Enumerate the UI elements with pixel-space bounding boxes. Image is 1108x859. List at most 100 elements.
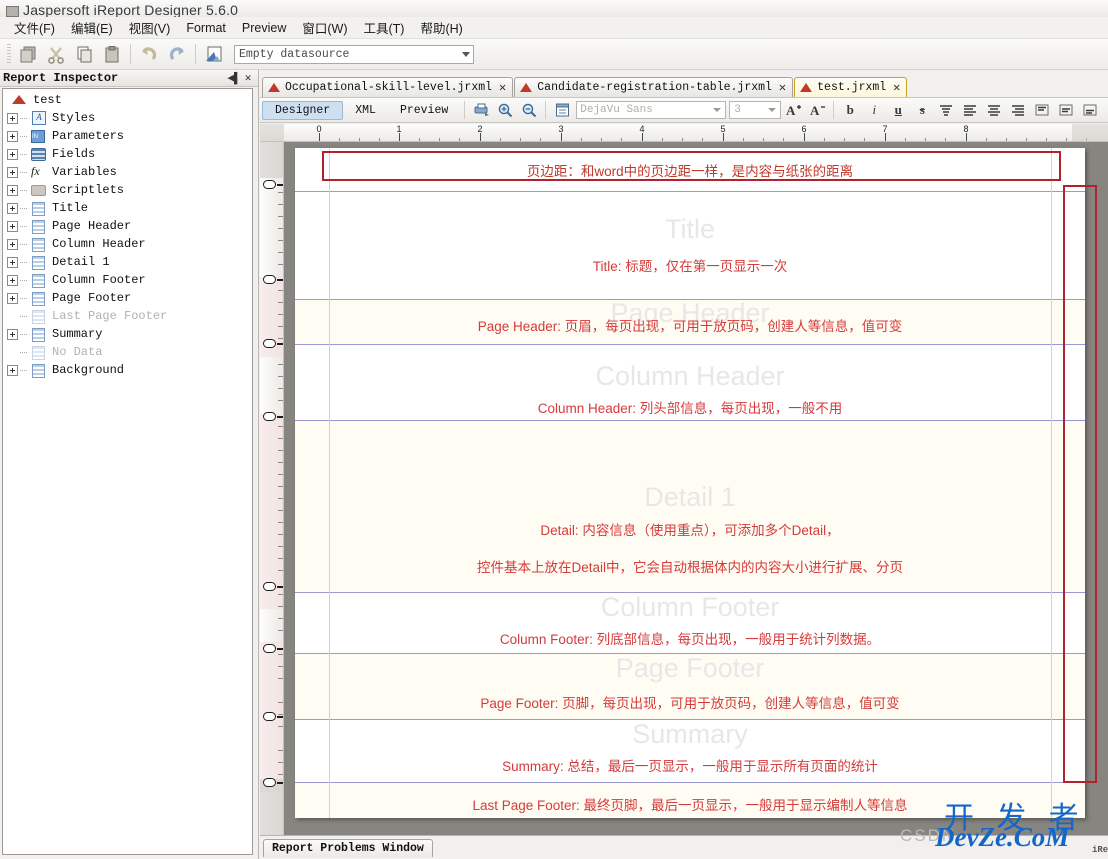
vertical-ruler[interactable]	[260, 142, 284, 835]
editor-tab-candidate-registration-table[interactable]: Candidate-registration-table.jrxml ✕	[514, 77, 794, 97]
design-canvas[interactable]: 页边距：和word中的页边距一样，是内容与纸张的距离 Title Title: …	[284, 142, 1108, 835]
valign-top-icon[interactable]	[1031, 100, 1053, 120]
menu-file[interactable]: 文件(F)	[6, 16, 63, 39]
designer-toolbar: Designer XML Preview DejaVu Sans 3 A A b…	[260, 97, 1108, 123]
paste-icon[interactable]	[99, 42, 125, 67]
tree-item-fields[interactable]: Fields	[3, 145, 252, 163]
band-marker-detail[interactable]	[263, 412, 283, 421]
ruler-gray-end	[1072, 124, 1108, 141]
tree-item-page-footer[interactable]: Page Footer	[3, 289, 252, 307]
increase-font-size-icon[interactable]: A	[782, 100, 804, 120]
tab-report-problems-window[interactable]: Report Problems Window	[263, 839, 433, 857]
valign-bottom-icon[interactable]	[1079, 100, 1101, 120]
report-page[interactable]: 页边距：和word中的页边距一样，是内容与纸张的距离 Title Title: …	[295, 148, 1097, 818]
minimize-panel-icon[interactable]: ◀▌	[227, 71, 241, 85]
expand-toggle-icon[interactable]	[7, 364, 18, 376]
tree-item-last-page-footer[interactable]: Last Page Footer	[3, 307, 252, 325]
align-top-icon[interactable]	[935, 100, 957, 120]
tree-item-scriptlets[interactable]: Scriptlets	[3, 181, 252, 199]
align-right-icon[interactable]	[1007, 100, 1029, 120]
decrease-font-size-icon[interactable]: A	[806, 100, 828, 120]
bold-icon[interactable]: b	[839, 100, 861, 120]
band-title[interactable]	[295, 192, 1085, 300]
close-icon[interactable]: ✕	[499, 80, 506, 95]
menu-tools[interactable]: 工具(T)	[356, 16, 413, 39]
new-report-icon[interactable]	[15, 42, 41, 67]
expand-toggle-icon[interactable]	[7, 184, 18, 196]
menu-window[interactable]: 窗口(W)	[294, 16, 355, 39]
tree-item-detail-1[interactable]: Detail 1	[3, 253, 252, 271]
font-name-combo[interactable]: DejaVu Sans	[576, 101, 727, 119]
tree-item-column-footer[interactable]: Column Footer	[3, 271, 252, 289]
align-left-icon[interactable]	[959, 100, 981, 120]
editor-tab-test[interactable]: test.jrxml ✕	[794, 77, 908, 97]
italic-icon[interactable]: i	[863, 100, 885, 120]
tab-preview[interactable]: Preview	[388, 101, 460, 120]
report-wizard-icon[interactable]	[201, 42, 227, 67]
expand-toggle-icon[interactable]	[7, 166, 18, 178]
tree-item-page-header[interactable]: Page Header	[3, 217, 252, 235]
menu-view[interactable]: 视图(V)	[121, 16, 179, 39]
zoom-out-icon[interactable]	[518, 100, 540, 121]
expand-toggle-icon[interactable]	[7, 328, 18, 340]
tree-item-title[interactable]: Title	[3, 199, 252, 217]
font-size-combo[interactable]: 3	[729, 101, 782, 119]
tree-item-background[interactable]: Background	[3, 361, 252, 379]
chevron-down-icon[interactable]	[768, 108, 777, 112]
band-marker-page-header[interactable]	[263, 275, 283, 284]
cut-icon[interactable]	[43, 42, 69, 67]
expand-toggle-icon[interactable]	[7, 112, 18, 124]
horizontal-ruler[interactable]: 0 1 2 3 4 5 6 7 8	[260, 124, 1108, 142]
expand-toggle-icon[interactable]	[7, 274, 18, 286]
menu-format[interactable]: Format	[178, 19, 234, 37]
zoom-in-icon[interactable]	[494, 100, 516, 121]
inspector-tree[interactable]: test Styles Parameters Fields	[2, 88, 253, 855]
menu-edit[interactable]: 编辑(E)	[63, 16, 121, 39]
band-marker-last-page-footer[interactable]	[263, 778, 283, 787]
menu-help[interactable]: 帮助(H)	[412, 16, 470, 39]
tree-item-column-header[interactable]: Column Header	[3, 235, 252, 253]
chevron-down-icon[interactable]	[713, 108, 722, 112]
tree-item-test[interactable]: test	[3, 91, 252, 109]
expand-toggle-icon[interactable]	[7, 238, 18, 250]
underline-icon[interactable]: u	[887, 100, 909, 120]
menu-preview[interactable]: Preview	[234, 19, 294, 37]
valign-middle-icon[interactable]	[1055, 100, 1077, 120]
tree-item-styles[interactable]: Styles	[3, 109, 252, 127]
band-marker-summary[interactable]	[263, 712, 283, 721]
tree-item-variables[interactable]: Variables	[3, 163, 252, 181]
format-band-icon[interactable]	[551, 100, 573, 121]
tree-item-summary[interactable]: Summary	[3, 325, 252, 343]
close-icon[interactable]: ✕	[779, 80, 786, 95]
close-icon[interactable]: ✕	[893, 80, 900, 95]
editor-tab-occupational-skill-level[interactable]: Occupational-skill-level.jrxml ✕	[262, 77, 514, 97]
report-problems-panel: Report Problems Window	[260, 835, 1108, 859]
expand-toggle-icon[interactable]	[7, 256, 18, 268]
v-ruler-gray-end	[260, 779, 283, 835]
tab-designer[interactable]: Designer	[262, 100, 344, 120]
tree-item-label: Column Header	[52, 237, 146, 251]
band-marker-page-footer[interactable]	[263, 644, 283, 653]
tree-connector	[20, 351, 28, 353]
expand-toggle-icon[interactable]	[7, 292, 18, 304]
toolbar-grip[interactable]	[7, 44, 11, 64]
expand-toggle-icon[interactable]	[7, 202, 18, 214]
align-center-icon[interactable]	[983, 100, 1005, 120]
expand-toggle-icon[interactable]	[7, 148, 18, 160]
copy-icon[interactable]	[71, 42, 97, 67]
close-panel-icon[interactable]: ✕	[241, 71, 255, 85]
band-marker-column-footer[interactable]	[263, 582, 283, 591]
tree-item-no-data[interactable]: No Data	[3, 343, 252, 361]
tab-xml[interactable]: XML	[343, 101, 388, 120]
band-marker-title[interactable]	[263, 180, 283, 189]
datasource-combo[interactable]: Empty datasource	[234, 44, 474, 64]
redo-icon[interactable]	[164, 42, 190, 67]
expand-toggle-icon[interactable]	[7, 220, 18, 232]
undo-icon[interactable]	[136, 42, 162, 67]
expand-toggle-icon[interactable]	[7, 130, 18, 142]
tree-item-parameters[interactable]: Parameters	[3, 127, 252, 145]
print-preview-icon[interactable]	[470, 100, 492, 121]
band-marker-column-header[interactable]	[263, 339, 283, 348]
strikethrough-icon[interactable]: s	[911, 100, 933, 120]
chevron-down-icon[interactable]	[462, 52, 470, 57]
